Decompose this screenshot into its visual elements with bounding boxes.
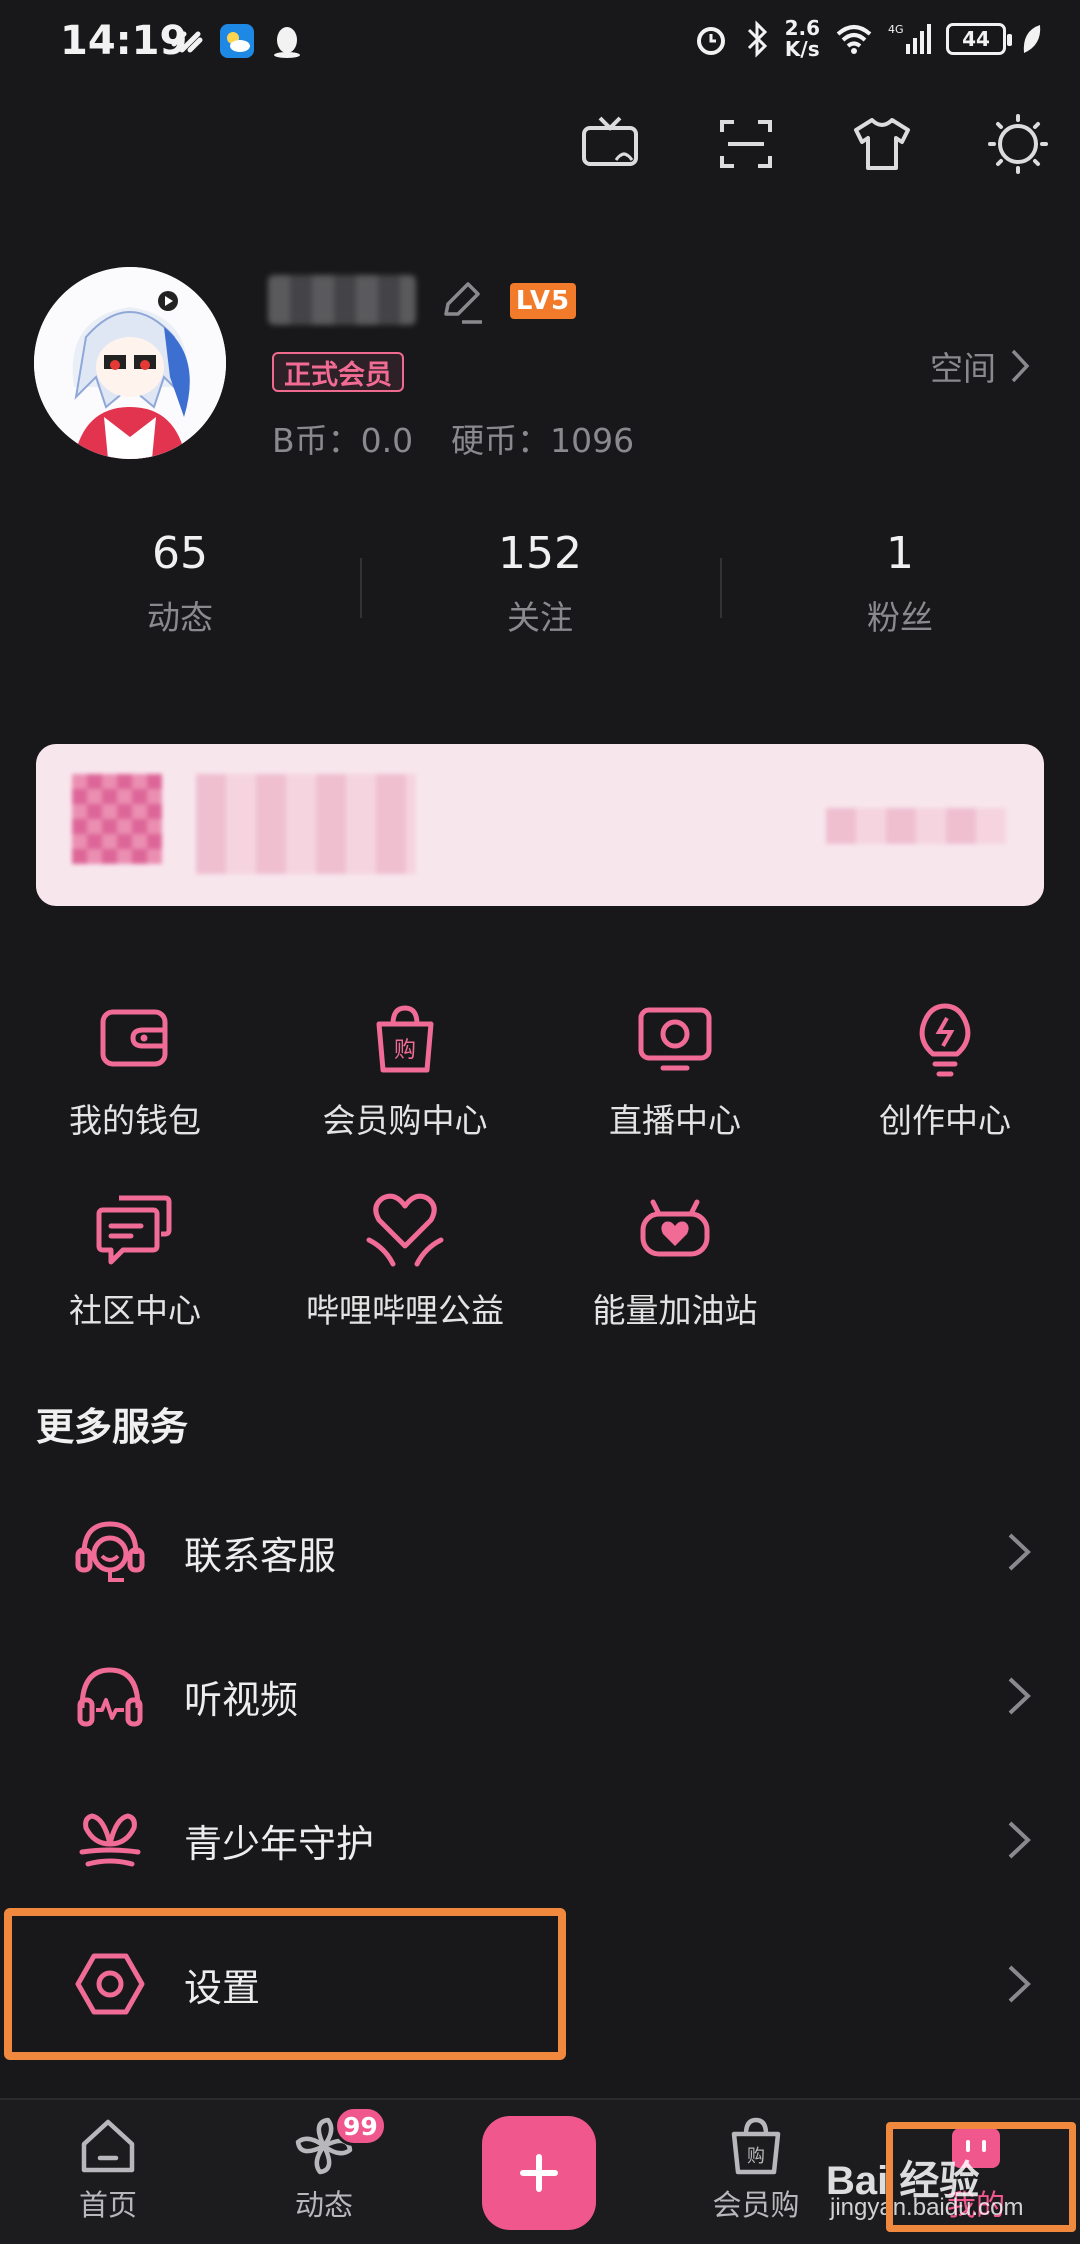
more-services-title: 更多服务 [36, 1405, 189, 1449]
edit-pencil-icon[interactable] [436, 276, 486, 326]
list-item-listen-video[interactable]: 听视频 [0, 1624, 1080, 1768]
link-icon [171, 31, 203, 53]
service-wallet[interactable]: 我的钱包 [0, 1000, 270, 1142]
avatar-illustration [34, 267, 226, 459]
sprout-icon [74, 1804, 146, 1876]
vip-status-badge[interactable]: 正式会员 [272, 352, 404, 392]
lightbulb-icon [905, 1000, 985, 1080]
service-energy-station[interactable]: 能量加油站 [540, 1190, 810, 1332]
nav-shop[interactable]: 购 会员购 [676, 2114, 836, 2224]
coin-count: 硬币：1096 [451, 421, 635, 460]
settings-highlight-annotation [4, 1908, 566, 2060]
scan-icon[interactable] [714, 112, 778, 176]
svg-text:4G: 4G [888, 23, 904, 36]
wifi-icon [836, 25, 872, 54]
space-link[interactable]: 空间 [930, 342, 1030, 390]
stat-label: 关注 [507, 598, 573, 637]
service-label: 创作中心 [879, 1101, 1011, 1140]
weather-app-icon [220, 24, 254, 58]
status-notification-icons [168, 22, 306, 60]
chevron-right-icon [1008, 1533, 1031, 1571]
nav-label: 动态 [294, 2188, 353, 2222]
nav-label: 会员购 [712, 2188, 800, 2222]
service-label: 我的钱包 [69, 1101, 201, 1140]
qq-icon [274, 27, 300, 58]
theme-shirt-icon[interactable] [850, 112, 914, 176]
banner-blurred-text [196, 774, 416, 874]
service-label: 哔哩哔哩公益 [306, 1291, 504, 1330]
svg-text:购: 购 [394, 1038, 416, 1063]
service-label: 能量加油站 [592, 1291, 758, 1330]
service-community-center[interactable]: 社区中心 [0, 1190, 270, 1332]
space-link-label: 空间 [930, 349, 996, 388]
list-item-label: 青少年守护 [184, 1821, 375, 1866]
banner-blurred-action [826, 808, 1006, 844]
level-badge: LV5 [510, 283, 576, 319]
stat-value: 152 [498, 528, 582, 579]
status-right-icons: 2.6 K/s 4G 44 [693, 18, 1044, 60]
net-speed: 2.6 K/s [784, 16, 820, 61]
service-live-center[interactable]: 直播中心 [540, 1000, 810, 1142]
avatar[interactable] [34, 267, 226, 459]
publish-plus-button[interactable] [482, 2116, 596, 2230]
chevron-right-icon [1008, 1965, 1031, 2003]
coin-balances: B币：0.0 硬币：1096 [272, 414, 634, 462]
service-label: 会员购中心 [322, 1101, 488, 1140]
cast-tv-icon[interactable] [578, 112, 642, 176]
headset-icon [74, 1516, 146, 1588]
list-item-label: 联系客服 [184, 1533, 337, 1578]
heart-hands-icon [365, 1190, 445, 1270]
status-bar: 14:19 2.6 K/s 4G 44 [0, 0, 1080, 84]
service-charity[interactable]: 哔哩哔哩公益 [270, 1190, 540, 1332]
vip-promo-banner[interactable] [36, 744, 1044, 906]
stat-dynamics[interactable]: 65 动态 [0, 528, 360, 648]
stat-label: 动态 [147, 598, 213, 637]
profile-stats: 65 动态 152 关注 1 粉丝 [0, 528, 1080, 648]
service-label: 社区中心 [69, 1291, 201, 1330]
nav-home[interactable]: 首页 [28, 2114, 188, 2224]
shopping-bag-icon: 购 [365, 1000, 445, 1080]
top-toolbar [578, 112, 1050, 176]
banner-blurred-logo [72, 774, 162, 864]
stat-label: 粉丝 [867, 598, 933, 637]
home-icon [76, 2114, 140, 2178]
shopping-bag-icon: 购 [724, 2114, 788, 2178]
username-blurred[interactable] [268, 275, 416, 325]
leaf-icon [1023, 25, 1041, 53]
headphones-icon [74, 1660, 146, 1732]
signal-icon: 4G [888, 23, 931, 54]
stat-following[interactable]: 152 关注 [360, 528, 720, 648]
list-item-customer-service[interactable]: 联系客服 [0, 1480, 1080, 1624]
plus-icon [520, 2154, 558, 2192]
mine-highlight-annotation [886, 2122, 1076, 2232]
chevron-right-icon [1008, 1677, 1031, 1715]
list-item-youth-guard[interactable]: 青少年守护 [0, 1768, 1080, 1912]
b-coin-balance: B币：0.0 [272, 421, 414, 460]
stat-value: 1 [886, 528, 914, 579]
nav-label: 首页 [78, 2188, 137, 2222]
svg-text:购: 购 [747, 2146, 765, 2167]
live-tv-icon [635, 1000, 715, 1080]
energy-heart-icon [635, 1190, 715, 1270]
service-vip-shop[interactable]: 购 会员购中心 [270, 1000, 540, 1142]
stat-value: 65 [152, 528, 208, 579]
service-label: 直播中心 [609, 1101, 741, 1140]
brightness-icon[interactable] [986, 112, 1050, 176]
chevron-right-icon [1011, 349, 1030, 383]
alarm-icon [696, 27, 725, 55]
wallet-icon [95, 1000, 175, 1080]
chevron-right-icon [1008, 1821, 1031, 1859]
dynamic-unread-badge: 99 [334, 2106, 387, 2146]
chat-bubbles-icon [95, 1190, 175, 1270]
service-creator-center[interactable]: 创作中心 [810, 1000, 1080, 1142]
list-item-label: 听视频 [184, 1677, 299, 1722]
battery-indicator: 44 [946, 23, 1012, 55]
bluetooth-icon [747, 20, 767, 58]
stat-followers[interactable]: 1 粉丝 [720, 528, 1080, 648]
